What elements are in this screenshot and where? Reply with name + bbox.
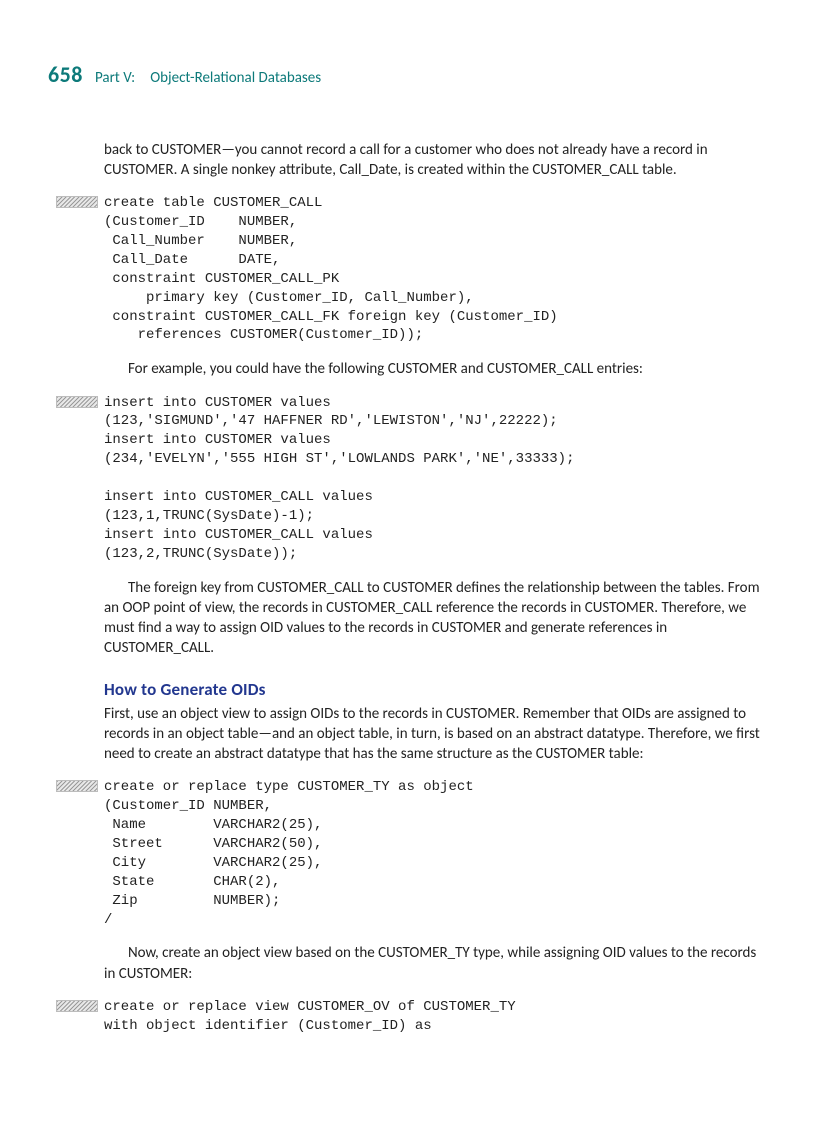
code-block-1: create table CUSTOMER_CALL (Customer_ID … bbox=[104, 194, 760, 345]
code-block-4: create or replace view CUSTOMER_OV of CU… bbox=[104, 998, 760, 1036]
page-container: 658 Part V: Object-Relational Databases … bbox=[0, 0, 816, 1123]
page-number: 658 bbox=[48, 60, 83, 90]
code-marker-icon bbox=[56, 1000, 98, 1012]
code-block-2: insert into CUSTOMER values (123,'SIGMUN… bbox=[104, 394, 760, 564]
example-intro: For example, you could have the followin… bbox=[104, 359, 760, 379]
oid-paragraph-1: First, use an object view to assign OIDs… bbox=[104, 704, 760, 765]
code-block-3-region: create or replace type CUSTOMER_TY as ob… bbox=[56, 778, 760, 929]
section-heading: How to Generate OIDs bbox=[104, 679, 760, 702]
fk-paragraph: The foreign key from CUSTOMER_CALL to CU… bbox=[104, 578, 760, 659]
intro-paragraph: back to CUSTOMER—you cannot record a cal… bbox=[104, 140, 760, 181]
paragraph-text: back to CUSTOMER—you cannot record a cal… bbox=[104, 140, 760, 181]
code-block-1-region: create table CUSTOMER_CALL (Customer_ID … bbox=[56, 194, 760, 345]
code-marker-icon bbox=[56, 780, 98, 792]
paragraph-text: First, use an object view to assign OIDs… bbox=[104, 704, 760, 765]
code-block-3: create or replace type CUSTOMER_TY as ob… bbox=[104, 778, 760, 929]
running-title: Part V: Object-Relational Databases bbox=[95, 68, 321, 88]
running-head: 658 Part V: Object-Relational Databases bbox=[48, 60, 760, 90]
oid-paragraph-2: Now, create an object view based on the … bbox=[104, 943, 760, 984]
paragraph-text: For example, you could have the followin… bbox=[104, 359, 760, 379]
code-marker-icon bbox=[56, 196, 98, 208]
code-block-2-region: insert into CUSTOMER values (123,'SIGMUN… bbox=[56, 394, 760, 564]
paragraph-text: Now, create an object view based on the … bbox=[104, 943, 760, 984]
code-block-4-region: create or replace view CUSTOMER_OV of CU… bbox=[56, 998, 760, 1036]
code-marker-icon bbox=[56, 396, 98, 408]
paragraph-text: The foreign key from CUSTOMER_CALL to CU… bbox=[104, 578, 760, 659]
